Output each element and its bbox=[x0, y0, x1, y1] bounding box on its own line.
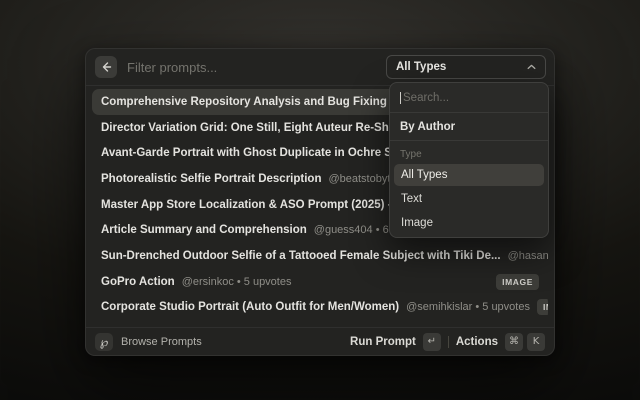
type-filter-value: All Types bbox=[396, 61, 446, 73]
header-bar: All Types bbox=[86, 49, 554, 86]
dropdown-search-input[interactable]: Search... bbox=[390, 83, 548, 113]
footer-divider bbox=[448, 336, 449, 348]
key-badge: ⌘ bbox=[505, 333, 523, 351]
type-filter-select[interactable]: All Types bbox=[386, 55, 546, 79]
prompt-title: Director Variation Grid: One Still, Eigh… bbox=[101, 122, 413, 134]
actions-button[interactable]: Actions bbox=[456, 336, 498, 348]
enter-key-badge: ↵ bbox=[423, 333, 441, 351]
run-prompt-button[interactable]: Run Prompt bbox=[350, 336, 416, 348]
prompt-title: Sun-Drenched Outdoor Selfie of a Tattooe… bbox=[101, 250, 501, 262]
dropdown-item-by-author[interactable]: By Author bbox=[390, 113, 548, 141]
dropdown-options: All Types Text Image Video bbox=[390, 164, 548, 238]
dropdown-option[interactable]: Text bbox=[394, 188, 544, 210]
arrow-left-icon bbox=[100, 61, 112, 73]
prompt-row[interactable]: Corporate Studio Portrait (Auto Outfit f… bbox=[92, 295, 548, 321]
prompt-meta: @ersinkoc • 5 upvotes bbox=[182, 276, 292, 288]
dropdown-search-placeholder: Search... bbox=[403, 92, 449, 104]
type-filter-dropdown: Search... By Author Type All Types Text … bbox=[389, 82, 549, 238]
dropdown-option[interactable]: Video bbox=[394, 236, 544, 238]
back-button[interactable] bbox=[95, 56, 117, 78]
prompt-type-badge: IMAGE bbox=[496, 274, 539, 290]
key-badge: K bbox=[527, 333, 545, 351]
prompt-title: Corporate Studio Portrait (Auto Outfit f… bbox=[101, 301, 399, 313]
prompt-meta: @semihkislar • 5 upvotes bbox=[406, 301, 530, 313]
dropdown-section-label: Type bbox=[390, 141, 548, 164]
prompt-title: Article Summary and Comprehension bbox=[101, 224, 307, 236]
footer-bar: ℘ Browse Prompts Run Prompt ↵ Actions ⌘ … bbox=[86, 327, 554, 355]
prompt-row[interactable]: Sun-Drenched Outdoor Selfie of a Tattooe… bbox=[92, 243, 548, 269]
filter-prompts-input[interactable] bbox=[127, 60, 376, 75]
dropdown-option[interactable]: Image bbox=[394, 212, 544, 234]
dropdown-option[interactable]: All Types bbox=[394, 164, 544, 186]
footer-actions: Run Prompt ↵ Actions ⌘ K bbox=[350, 333, 545, 351]
prompt-title: GoPro Action bbox=[101, 276, 175, 288]
prompt-title: Photorealistic Selfie Portrait Descripti… bbox=[101, 173, 321, 185]
prompt-row[interactable]: GoPro Action @ersinkoc • 5 upvotes IMAGE bbox=[92, 269, 548, 295]
text-cursor bbox=[400, 92, 401, 104]
actions-key-badges: ⌘ K bbox=[505, 333, 545, 351]
prompt-browser-window: All Types Comprehensive Repository Analy… bbox=[85, 48, 555, 356]
prompt-meta: @hasangariban • 5 upvotes bbox=[508, 250, 548, 262]
chevron-up-icon bbox=[527, 64, 536, 70]
prompts-logo-icon: ℘ bbox=[95, 333, 113, 351]
footer-app-label: Browse Prompts bbox=[121, 336, 202, 348]
prompt-title: Avant-Garde Portrait with Ghost Duplicat… bbox=[101, 147, 420, 159]
prompt-type-badge: IMAGE bbox=[537, 299, 548, 315]
